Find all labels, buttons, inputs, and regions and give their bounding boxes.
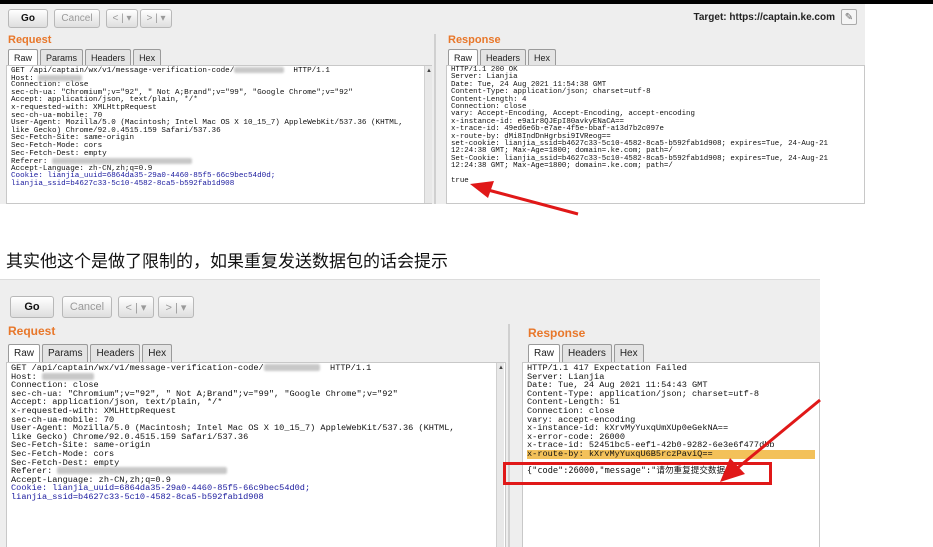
arrow-head	[720, 458, 745, 482]
annotation-arrow-2	[720, 398, 821, 482]
arrow-shaft	[734, 398, 821, 472]
